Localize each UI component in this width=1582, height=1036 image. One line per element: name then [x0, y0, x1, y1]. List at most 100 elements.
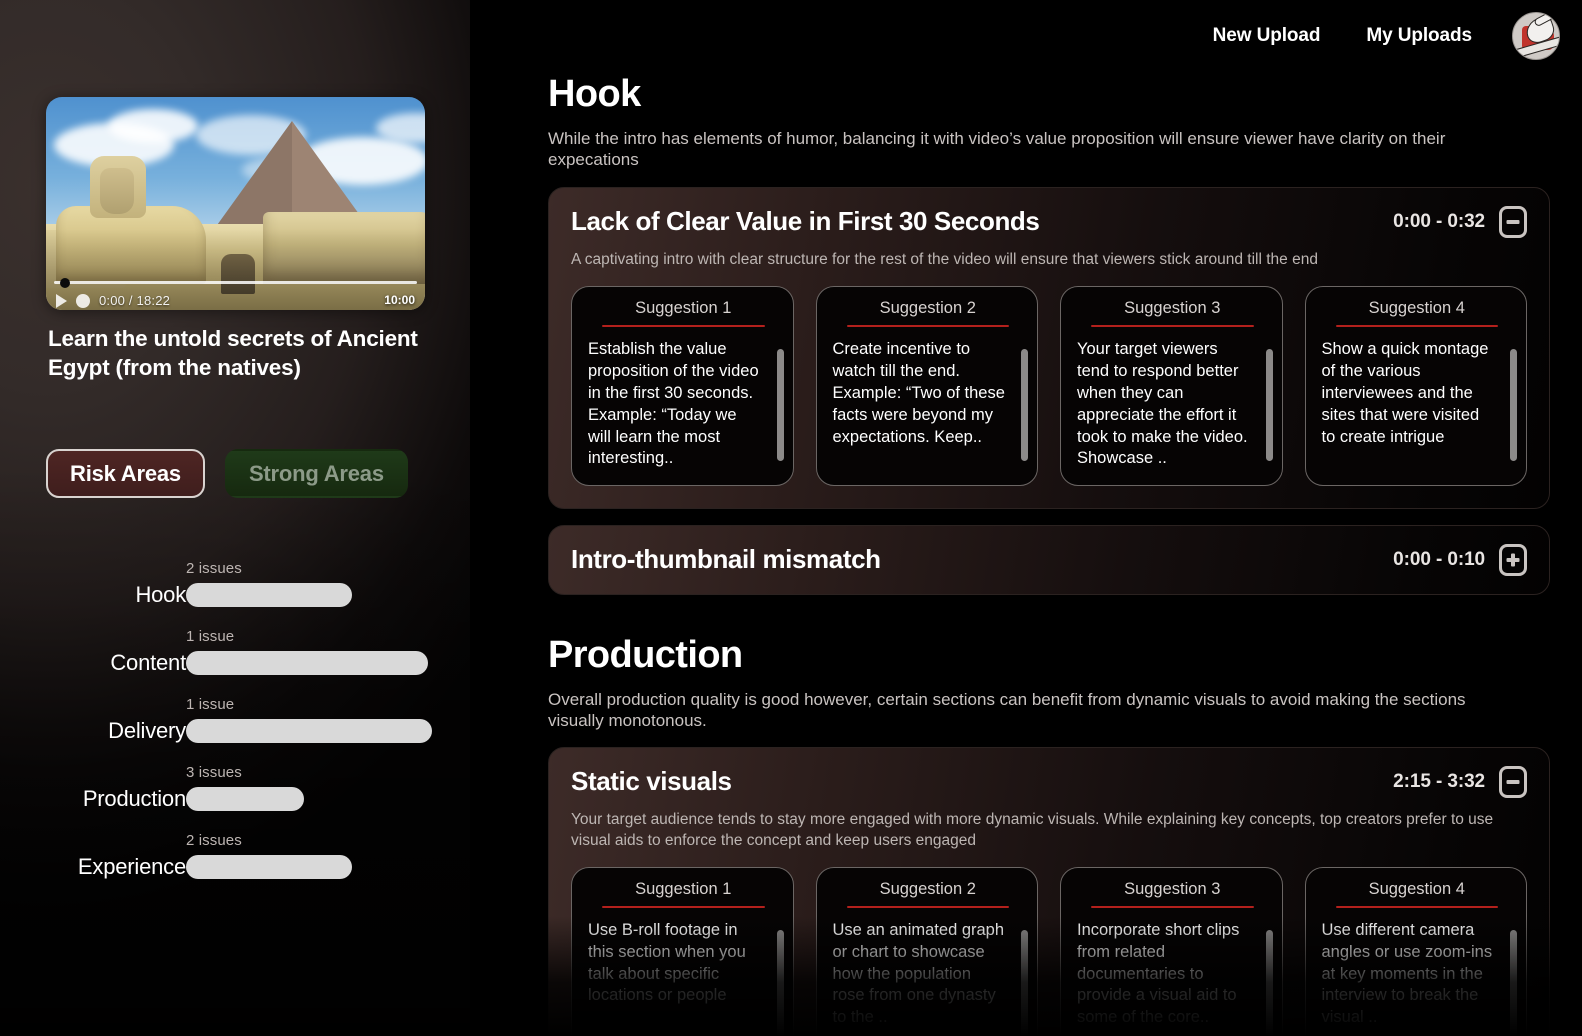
issue-title: Lack of Clear Value in First 30 Seconds	[571, 205, 1040, 236]
metric-bar	[186, 651, 428, 675]
area-filter-tabs: Risk Areas Strong Areas	[46, 449, 408, 499]
top-navigation: New Upload My Uploads	[1213, 10, 1560, 62]
accordion-header-right: 2:15 - 3:32	[1393, 766, 1527, 799]
suggestion-card[interactable]: Suggestion 2 Use an animated graph or cha…	[815, 866, 1038, 1036]
metric-issue-count: 1 issue	[186, 628, 235, 645]
nav-my-uploads[interactable]: My Uploads	[1366, 25, 1472, 47]
suggestion-header: Suggestion 3	[1124, 879, 1221, 898]
accordion-header[interactable]: Lack of Clear Value in First 30 Seconds 0…	[571, 205, 1527, 238]
accordion-header[interactable]: Intro-thumbnail mismatch 0:00 - 0:10	[571, 543, 1527, 576]
issue-title: Static visuals	[571, 766, 732, 797]
suggestion-grid: Suggestion 1 Establish the value proposit…	[571, 285, 1527, 486]
suggestion-text: Use different camera angles or use zoom-…	[1321, 920, 1493, 1027]
section-title: Production	[548, 633, 743, 676]
suggestion-divider	[1091, 905, 1254, 908]
tab-strong-areas[interactable]: Strong Areas	[224, 449, 408, 499]
suggestion-divider	[602, 324, 765, 327]
suggestion-header: Suggestion 2	[879, 298, 976, 317]
suggestion-card[interactable]: Suggestion 1 Use B-roll footage in this s…	[571, 866, 794, 1036]
video-thumbnail[interactable]: 0:00 / 18:22 10:00	[46, 97, 425, 310]
nav-new-upload[interactable]: New Upload	[1213, 25, 1321, 47]
plus-icon[interactable]	[1499, 543, 1527, 576]
issue-subtitle: Your target audience tends to stay more …	[571, 811, 1494, 849]
suggestion-divider	[602, 905, 765, 908]
video-progress-handle[interactable]	[60, 278, 70, 288]
sidebar: 0:00 / 18:22 10:00 Learn the untold secr…	[0, 0, 470, 1036]
suggestion-divider	[846, 324, 1009, 327]
metric-row: 3 issues Production	[0, 760, 470, 828]
thumbnail-overlay	[46, 97, 425, 310]
minus-icon[interactable]	[1499, 205, 1527, 238]
suggestion-text: Establish the value proposition of the v…	[588, 339, 759, 468]
suggestion-scrollbar[interactable]	[1021, 929, 1028, 1036]
metric-issue-count: 2 issues	[186, 832, 242, 849]
suggestion-card[interactable]: Suggestion 2 Create incentive to watch ti…	[815, 285, 1038, 486]
suggestion-card[interactable]: Suggestion 3 Your target viewers tend to …	[1060, 285, 1283, 486]
metric-issue-count: 1 issue	[186, 696, 235, 713]
video-time-display: 0:00 / 18:22	[99, 293, 171, 308]
accordion-header-right: 0:00 - 0:10	[1393, 543, 1527, 576]
metric-label: Experience	[77, 854, 186, 879]
video-title: Learn the untold secrets of Ancient Egyp…	[48, 326, 418, 380]
minus-icon[interactable]	[1499, 766, 1527, 799]
suggestion-scrollbar[interactable]	[776, 348, 784, 461]
suggestion-card[interactable]: Suggestion 3 Incorporate short clips from…	[1060, 866, 1283, 1036]
metric-label: Hook	[135, 582, 186, 607]
suggestion-scrollbar[interactable]	[1510, 929, 1517, 1036]
suggestion-header: Suggestion 4	[1368, 298, 1465, 317]
suggestion-scrollbar[interactable]	[1265, 929, 1273, 1036]
metrics-list: 2 issues Hook 1 issue Content 1 issue Deliver…	[0, 556, 470, 896]
video-duration-badge: 10:00	[384, 293, 415, 307]
suggestion-card[interactable]: Suggestion 4 Use different camera angles …	[1304, 866, 1527, 1036]
issue-accordion[interactable]: Lack of Clear Value in First 30 Seconds 0…	[548, 186, 1550, 509]
suggestion-divider	[1091, 324, 1254, 327]
issue-time-range: 2:15 - 3:32	[1393, 771, 1485, 793]
metric-row: 1 issue Delivery	[0, 692, 470, 760]
tab-risk-areas[interactable]: Risk Areas	[46, 449, 205, 499]
suggestion-text: Create incentive to watch till the end. …	[832, 339, 1005, 446]
suggestion-card[interactable]: Suggestion 4 Show a quick montage of the …	[1304, 285, 1527, 486]
issue-accordion[interactable]: Intro-thumbnail mismatch 0:00 - 0:10	[548, 524, 1550, 595]
report-section: Production Overall production quality is …	[548, 633, 1550, 1036]
metric-bar	[186, 855, 352, 879]
metric-bar	[186, 787, 304, 811]
suggestion-scrollbar[interactable]	[1265, 348, 1273, 461]
metric-row: 2 issues Experience	[0, 828, 470, 896]
video-controls: 0:00 / 18:22	[56, 293, 170, 308]
play-icon[interactable]	[56, 293, 67, 308]
suggestion-scrollbar[interactable]	[1021, 348, 1028, 461]
section-description: While the intro has elements of humor, b…	[548, 128, 1446, 170]
metric-row: 2 issues Hook	[0, 556, 470, 624]
accordion-header-right: 0:00 - 0:32	[1393, 205, 1527, 238]
accordion-header[interactable]: Static visuals 2:15 - 3:32	[571, 766, 1527, 799]
section-description: Overall production quality is good howev…	[548, 689, 1466, 730]
suggestion-grid: Suggestion 1 Use B-roll footage in this s…	[571, 866, 1527, 1036]
volume-icon[interactable]	[76, 293, 90, 308]
avatar[interactable]	[1512, 12, 1560, 60]
main-content: New Upload My Uploads Hook While the intr…	[470, 0, 1582, 1036]
app-root: 0:00 / 18:22 10:00 Learn the untold secr…	[0, 0, 1582, 1036]
section-title: Hook	[548, 73, 641, 115]
suggestion-scrollbar[interactable]	[776, 929, 784, 1036]
issue-title: Intro-thumbnail mismatch	[571, 543, 881, 574]
suggestion-text: Incorporate short clips from related doc…	[1077, 920, 1240, 1027]
report-section: Hook While the intro has elements of humo…	[548, 73, 1550, 595]
suggestion-text: Use B-roll footage in this section when …	[588, 920, 746, 1005]
suggestion-card[interactable]: Suggestion 1 Establish the value proposit…	[571, 285, 794, 486]
issue-time-range: 0:00 - 0:10	[1393, 548, 1485, 570]
suggestion-header: Suggestion 2	[879, 879, 976, 898]
suggestion-header: Suggestion 1	[635, 298, 732, 317]
issue-accordion[interactable]: Static visuals 2:15 - 3:32 Your target aud…	[548, 747, 1550, 1036]
metric-issue-count: 2 issues	[186, 560, 242, 577]
suggestion-scrollbar[interactable]	[1510, 348, 1517, 461]
suggestion-text: Use an animated graph or chart to showca…	[832, 920, 1005, 1027]
report-sections: Hook While the intro has elements of humo…	[548, 73, 1550, 1036]
suggestion-text: Your target viewers tend to respond bett…	[1077, 339, 1248, 468]
suggestion-header: Suggestion 3	[1124, 298, 1221, 317]
metric-row: 1 issue Content	[0, 624, 470, 692]
metric-label: Production	[82, 786, 186, 811]
metric-bar	[186, 583, 352, 607]
suggestion-text: Show a quick montage of the various inte…	[1321, 339, 1489, 446]
video-progress-bar[interactable]	[54, 281, 417, 284]
metric-bar	[186, 719, 432, 743]
